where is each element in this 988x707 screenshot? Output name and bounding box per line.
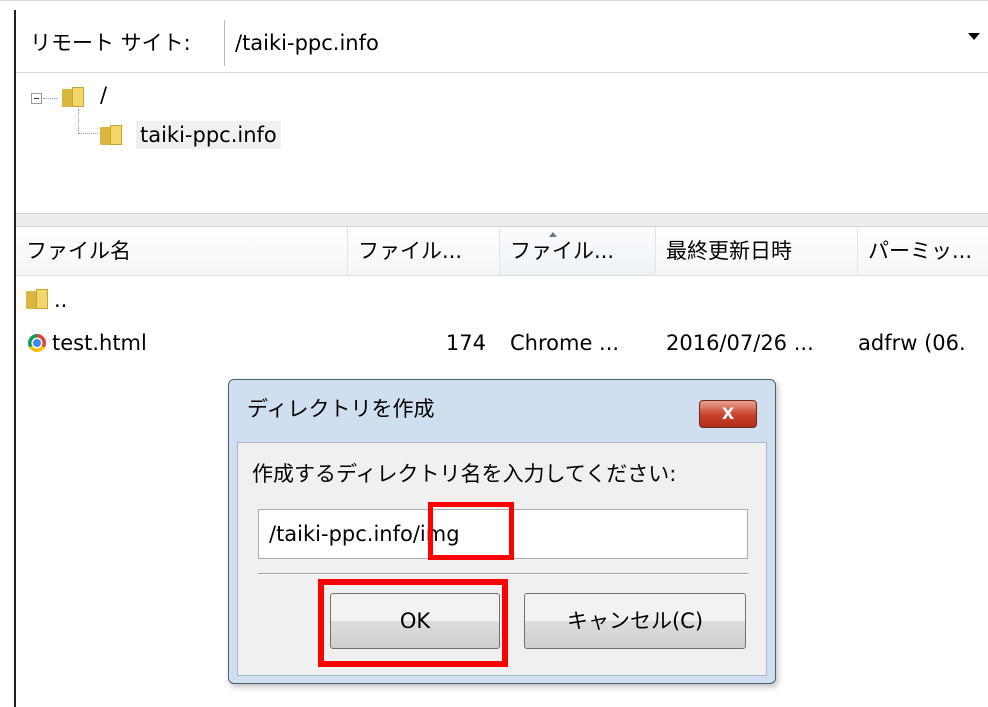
create-directory-dialog: ディレクトリを作成 X 作成するディレクトリ名を入力してください: /taiki… [228, 379, 776, 684]
directory-name-input[interactable]: /taiki-ppc.info/img [258, 509, 748, 559]
collapse-toggle-icon[interactable] [31, 93, 42, 104]
folder-icon [62, 87, 84, 107]
tree-connector [78, 109, 79, 133]
remote-site-path-value: /taiki-ppc.info [235, 31, 379, 55]
tree-connector [43, 98, 57, 99]
dialog-title: ディレクトリを作成 [247, 397, 435, 421]
table-row[interactable]: .. [16, 280, 988, 320]
column-header-permissions[interactable]: パーミッ... [858, 227, 988, 275]
file-modified: 2016/07/26 ... [666, 331, 814, 355]
folder-icon [100, 125, 122, 145]
file-permissions: adfrw (06. [858, 331, 966, 355]
filezilla-remote-pane: リモート サイト: /taiki-ppc.info / taiki-ppc.in… [0, 0, 988, 707]
tree-item-taiki-ppc-info[interactable]: taiki-ppc.info [136, 121, 281, 149]
sort-ascending-icon [549, 232, 557, 237]
column-header-filename[interactable]: ファイル名 [16, 227, 348, 275]
file-name: test.html [52, 331, 147, 355]
remote-site-path-combobox[interactable]: /taiki-ppc.info [224, 20, 986, 66]
top-border [0, 0, 988, 1]
remote-site-bar: リモート サイト: /taiki-ppc.info [16, 16, 988, 73]
column-header-filetype[interactable]: ファイル... [500, 227, 656, 275]
column-header-modified[interactable]: 最終更新日時 [656, 227, 858, 275]
file-size: 174 [445, 331, 486, 355]
folder-icon [26, 289, 48, 309]
pane-splitter[interactable] [16, 214, 988, 227]
close-icon: X [721, 404, 735, 423]
dialog-prompt: 作成するディレクトリ名を入力してください: [252, 462, 677, 486]
chrome-icon [28, 334, 46, 352]
file-type: Chrome ... [510, 331, 620, 355]
cancel-button[interactable]: キャンセル(C) [524, 593, 746, 649]
divider [258, 573, 748, 575]
ok-button[interactable]: OK [330, 593, 500, 649]
close-button[interactable]: X [699, 400, 757, 428]
file-list-header: ファイル名 ファイル... ファイル... 最終更新日時 パーミッ... [16, 227, 988, 276]
dropdown-arrow-icon[interactable] [968, 33, 980, 40]
directory-name-value: /taiki-ppc.info/img [269, 522, 460, 546]
tree-connector [78, 133, 98, 134]
remote-site-label: リモート サイト: [30, 31, 191, 55]
tree-item-root[interactable]: / [100, 81, 107, 109]
column-header-filetype-label: ファイル... [510, 239, 615, 263]
table-row[interactable]: test.html 174 Chrome ... 2016/07/26 ... … [16, 323, 988, 363]
remote-directory-tree: / taiki-ppc.info [16, 73, 988, 214]
file-name: .. [54, 288, 68, 312]
column-header-filesize[interactable]: ファイル... [348, 227, 500, 275]
dialog-body: 作成するディレクトリ名を入力してください: /taiki-ppc.info/im… [237, 442, 767, 676]
